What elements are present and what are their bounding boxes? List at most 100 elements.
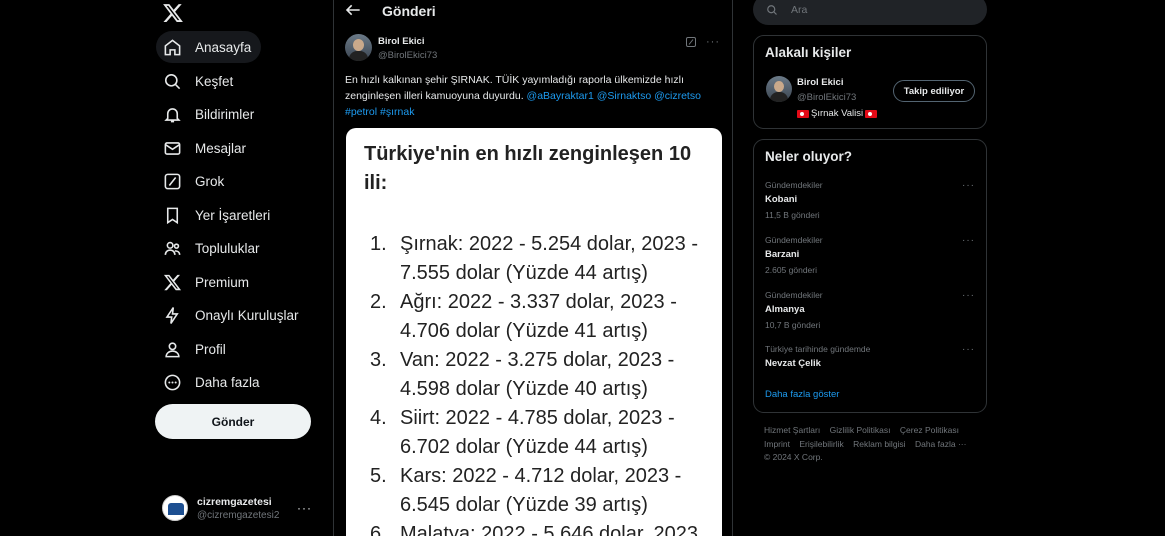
mention-link[interactable]: @aBayraktar1 bbox=[527, 90, 594, 102]
nav-label: Premium bbox=[195, 274, 250, 290]
nav-label: Yer İşaretleri bbox=[195, 207, 271, 223]
following-button[interactable]: Takip ediliyor bbox=[893, 80, 975, 102]
nav-label: Onaylı Kuruluşlar bbox=[195, 307, 299, 323]
footer-link[interactable]: Imprint bbox=[764, 439, 790, 449]
list-item: 6. Malatya: 2022 - 5.646 dolar, 2023 bbox=[370, 520, 710, 536]
nav-grok[interactable]: Grok bbox=[156, 165, 234, 197]
nav-bookmarks[interactable]: Yer İşaretleri bbox=[156, 199, 280, 231]
list-number: 2. bbox=[370, 291, 387, 313]
trend-count: 10,7 B gönderi bbox=[765, 320, 821, 330]
list-text: Van: 2022 - 3.275 dolar, 2023 - 4.598 do… bbox=[400, 349, 675, 400]
footer-link[interactable]: Hizmet Şartları bbox=[764, 425, 820, 435]
trend-context: Gündemdekiler bbox=[765, 235, 823, 245]
trend-item[interactable]: Gündemdekiler Barzani 2.605 gönderi ··· bbox=[765, 235, 975, 275]
trend-item[interactable]: Gündemdekiler Kobani 11,5 B gönderi ··· bbox=[765, 180, 975, 220]
more-icon[interactable]: ··· bbox=[962, 180, 975, 191]
avatar[interactable] bbox=[345, 34, 372, 61]
bookmark-icon bbox=[166, 207, 179, 224]
people-icon bbox=[164, 241, 181, 255]
list-number: 1. bbox=[370, 233, 387, 255]
card-title: Alakalı kişiler bbox=[765, 45, 852, 60]
card-title: Neler oluyor? bbox=[765, 149, 853, 164]
hashtag-link[interactable]: #şırnak bbox=[380, 106, 414, 118]
nav-label: Daha fazla bbox=[195, 374, 260, 390]
footer-link[interactable]: Çerez Politikası bbox=[900, 425, 959, 435]
post-image[interactable]: Türkiye'nin en hızlı zenginleşen 10 ili:… bbox=[346, 128, 722, 536]
back-arrow-icon[interactable] bbox=[345, 3, 361, 17]
author-handle[interactable]: @BirolEkici73 bbox=[378, 50, 437, 61]
nav-messages[interactable]: Mesajlar bbox=[156, 132, 256, 164]
related-people-card: Alakalı kişiler Birol Ekici @BirolEkici7… bbox=[753, 35, 987, 129]
footer-link[interactable]: Daha fazla ··· bbox=[915, 439, 967, 449]
more-icon[interactable]: ··· bbox=[706, 36, 720, 48]
bell-icon bbox=[164, 107, 181, 122]
footer-link[interactable]: Gizlilik Politikası bbox=[830, 425, 891, 435]
list-item: 3. Van: 2022 - 3.275 dolar, 2023 - 4.598 … bbox=[370, 346, 710, 404]
copyright: © 2024 X Corp. bbox=[764, 452, 823, 462]
trend-item[interactable]: Gündemdekiler Almanya 10,7 B gönderi ··· bbox=[765, 290, 975, 330]
nav-home[interactable]: Anasayfa bbox=[156, 31, 262, 63]
list-number: 4. bbox=[370, 407, 387, 429]
avatar[interactable] bbox=[766, 76, 792, 102]
trend-count: 2.605 gönderi bbox=[765, 265, 817, 275]
image-list: 1. Şırnak: 2022 - 5.254 dolar, 2023 - 7.5… bbox=[370, 230, 710, 536]
footer-link[interactable]: Reklam bilgisi bbox=[853, 439, 905, 449]
main-column: Gönderi Birol Ekici @BirolEkici73 ··· En… bbox=[333, 0, 733, 536]
trend-name: Almanya bbox=[765, 304, 805, 315]
more-icon[interactable]: ··· bbox=[962, 235, 975, 246]
related-name[interactable]: Birol Ekici bbox=[797, 77, 843, 88]
related-handle[interactable]: @BirolEkici73 bbox=[797, 92, 856, 103]
trend-item[interactable]: Türkiye tarihinde gündemde Nevzat Çelik … bbox=[765, 344, 975, 369]
trend-context: Türkiye tarihinde gündemde bbox=[765, 344, 871, 354]
post-button[interactable]: Gönder bbox=[155, 404, 311, 439]
nav-label: Keşfet bbox=[195, 73, 234, 89]
list-text: Şırnak: 2022 - 5.254 dolar, 2023 - 7.555… bbox=[400, 233, 698, 284]
account-handle: @cizremgazetesi2 bbox=[197, 509, 280, 521]
more-circle-icon bbox=[164, 374, 181, 390]
more-icon[interactable]: ··· bbox=[962, 290, 975, 301]
search-icon bbox=[164, 73, 181, 89]
show-more-link[interactable]: Daha fazla göster bbox=[765, 389, 839, 400]
list-number: 5. bbox=[370, 465, 387, 487]
trends-card: Neler oluyor? Gündemdekiler Kobani 11,5 … bbox=[753, 139, 987, 413]
list-text: Ağrı: 2022 - 3.337 dolar, 2023 - 4.706 d… bbox=[400, 291, 677, 342]
hashtag-link[interactable]: #petrol bbox=[345, 106, 377, 118]
nav-label: Mesajlar bbox=[195, 140, 247, 156]
person-icon bbox=[165, 341, 180, 357]
nav-explore[interactable]: Keşfet bbox=[156, 65, 243, 97]
mention-link[interactable]: @Sirnaktso bbox=[597, 90, 651, 102]
footer-link[interactable]: Erişilebilirlik bbox=[799, 439, 843, 449]
nav-more[interactable]: Daha fazla bbox=[156, 366, 270, 398]
more-icon[interactable]: ··· bbox=[297, 501, 312, 515]
nav-label: Topluluklar bbox=[195, 240, 260, 256]
nav-communities[interactable]: Topluluklar bbox=[156, 232, 270, 264]
list-number: 3. bbox=[370, 349, 387, 371]
trend-name: Nevzat Çelik bbox=[765, 358, 821, 369]
nav-profile[interactable]: Profil bbox=[156, 333, 236, 365]
search-box[interactable]: Ara bbox=[753, 0, 987, 25]
mention-link[interactable]: @cizretso bbox=[654, 90, 701, 102]
grok-icon[interactable] bbox=[685, 36, 697, 48]
search-input[interactable]: Ara bbox=[791, 4, 807, 16]
image-title: Türkiye'nin en hızlı zenginleşen 10 ili: bbox=[364, 143, 692, 194]
home-icon bbox=[164, 38, 181, 55]
post-text: En hızlı kalkınan şehir ŞIRNAK. TÜİK yay… bbox=[345, 72, 730, 120]
post-author[interactable]: Birol Ekici @BirolEkici73 bbox=[345, 34, 437, 61]
list-item: 2. Ağrı: 2022 - 3.337 dolar, 2023 - 4.706… bbox=[370, 288, 710, 346]
nav-label: Grok bbox=[195, 173, 225, 189]
list-text: Malatya: 2022 - 5.646 dolar, 2023 bbox=[400, 523, 698, 536]
more-icon[interactable]: ··· bbox=[962, 344, 975, 355]
grok-icon bbox=[164, 173, 181, 189]
account-switcher[interactable]: cizremgazetesi @cizremgazetesi2 ··· bbox=[162, 491, 322, 525]
x-logo-icon[interactable] bbox=[162, 2, 184, 24]
nav-notifications[interactable]: Bildirimler bbox=[156, 98, 264, 130]
nav-premium[interactable]: Premium bbox=[156, 266, 259, 298]
list-item: 4. Siirt: 2022 - 4.785 dolar, 2023 - 6.70… bbox=[370, 404, 710, 462]
trend-name: Barzani bbox=[765, 249, 800, 260]
nav-verified-orgs[interactable]: Onaylı Kuruluşlar bbox=[156, 299, 309, 331]
author-name[interactable]: Birol Ekici bbox=[378, 36, 437, 47]
list-text: Siirt: 2022 - 4.785 dolar, 2023 - 6.702 … bbox=[400, 407, 675, 458]
nav-label: Profil bbox=[195, 341, 226, 357]
turkey-flag-icon bbox=[797, 109, 809, 118]
trend-context: Gündemdekiler bbox=[765, 180, 823, 190]
